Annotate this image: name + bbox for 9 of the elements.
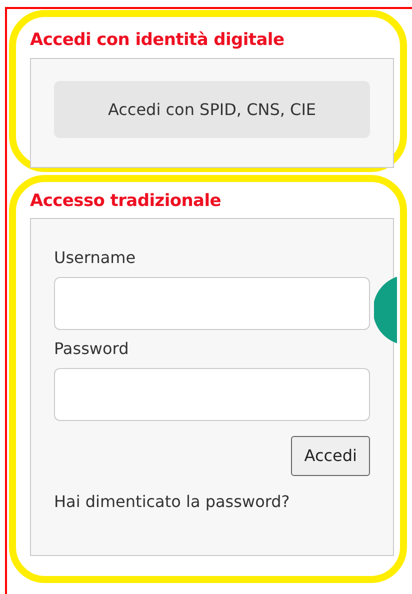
spid-login-button[interactable]: Accedi con SPID, CNS, CIE bbox=[54, 81, 370, 138]
input-field[interactable] bbox=[54, 277, 370, 330]
field-label: Username bbox=[54, 247, 137, 269]
input-field[interactable] bbox=[54, 368, 370, 421]
submit-button[interactable]: Accedi bbox=[291, 436, 370, 476]
forgot-password-link[interactable]: Hai dimenticato la password? bbox=[54, 490, 370, 514]
field-label: Password bbox=[54, 338, 130, 360]
section-heading: Accesso tradizionale bbox=[30, 190, 222, 212]
section-heading: Accedi con identità digitale bbox=[30, 29, 286, 51]
